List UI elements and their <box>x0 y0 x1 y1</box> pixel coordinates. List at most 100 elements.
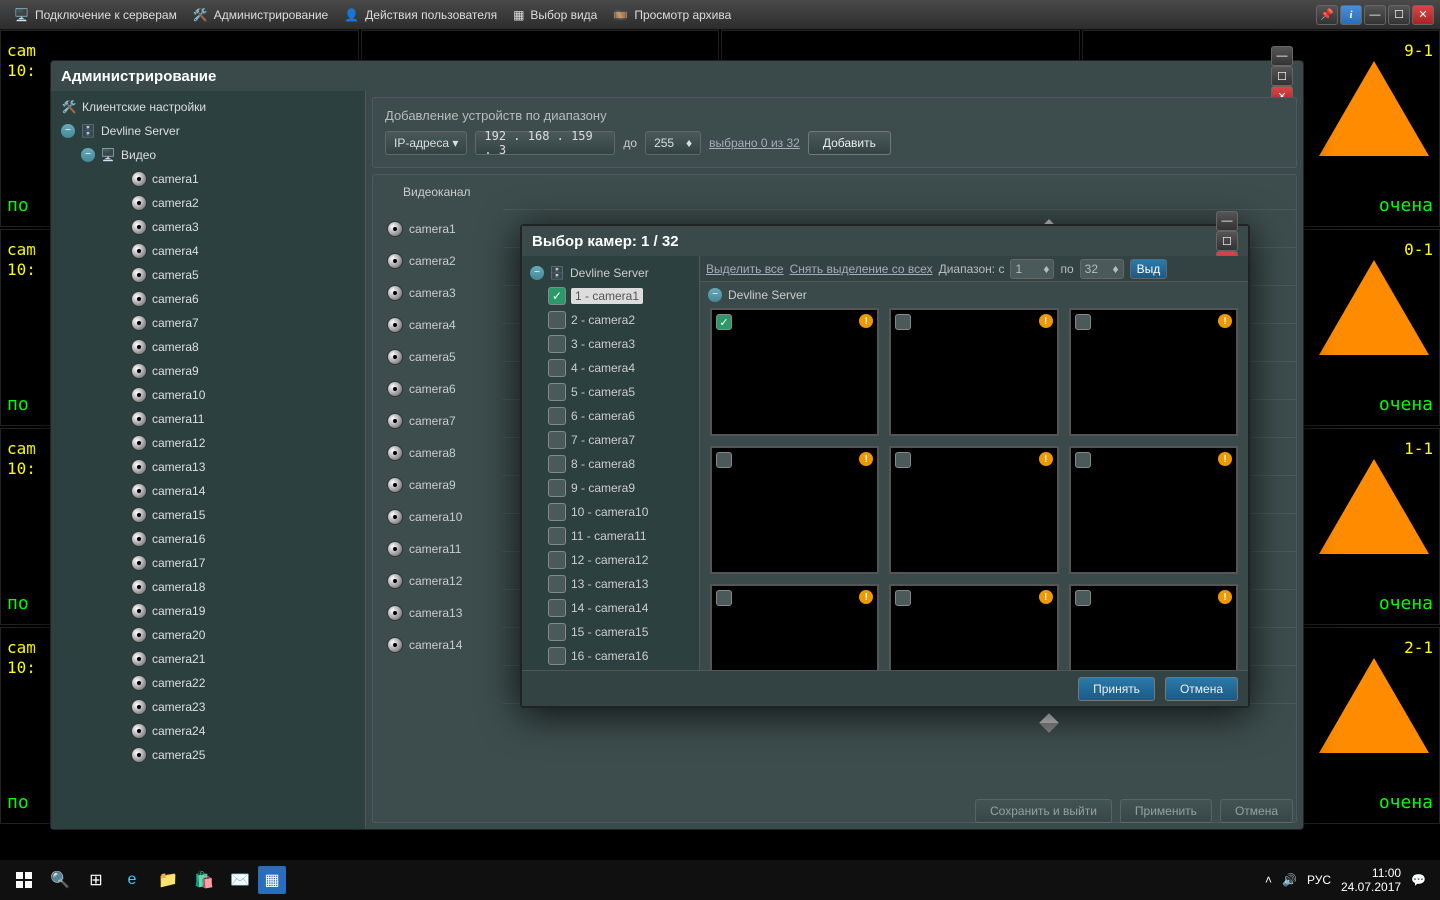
checkbox[interactable] <box>548 479 566 497</box>
checkbox[interactable] <box>548 575 566 593</box>
tree-camera-item[interactable]: camera6 <box>51 287 365 311</box>
tray-notifications-icon[interactable]: 💬 <box>1411 873 1426 887</box>
channel-list-item[interactable]: camera4 <box>383 309 503 341</box>
thumb-checkbox[interactable] <box>895 590 911 606</box>
sel-tree-item[interactable]: 10 - camera10 <box>526 500 695 524</box>
tree-video[interactable]: −🖥️Видео <box>51 143 365 167</box>
camera-thumb[interactable]: ! <box>710 446 879 574</box>
minus-icon[interactable]: − <box>81 148 95 162</box>
checkbox[interactable] <box>548 503 566 521</box>
deselect-all-link[interactable]: Снять выделение со всех <box>790 262 933 276</box>
selected-link[interactable]: выбрано 0 из 32 <box>709 136 800 150</box>
tray-lang[interactable]: РУС <box>1307 873 1331 887</box>
channel-list-item[interactable]: camera13 <box>383 597 503 629</box>
toolbar-archive[interactable]: 🎞️Просмотр архива <box>605 5 739 25</box>
camera-thumb[interactable]: ! <box>889 308 1058 436</box>
range-from-spinner[interactable]: 1♦ <box>1010 259 1054 279</box>
tree-camera-item[interactable]: camera24 <box>51 719 365 743</box>
sel-maximize-button[interactable]: ☐ <box>1216 231 1238 251</box>
camera-thumb[interactable]: ! <box>889 446 1058 574</box>
camera-thumb[interactable]: ! <box>1069 584 1238 670</box>
checkbox[interactable] <box>548 431 566 449</box>
start-button[interactable] <box>6 864 42 896</box>
sel-server-header[interactable]: − Devline Server <box>700 282 1248 308</box>
store-icon[interactable]: 🛍️ <box>186 864 222 896</box>
main-maximize-button[interactable]: ☐ <box>1388 5 1410 25</box>
channel-table-row[interactable] <box>503 703 1296 741</box>
sel-minimize-button[interactable]: — <box>1216 211 1238 231</box>
tree-camera-item[interactable]: camera12 <box>51 431 365 455</box>
toolbar-view-select[interactable]: ▦Выбор вида <box>505 5 605 25</box>
sel-tree-item[interactable]: 11 - camera11 <box>526 524 695 548</box>
toolbar-admin[interactable]: 🛠️Администрирование <box>185 5 336 25</box>
channel-list-item[interactable]: camera12 <box>383 565 503 597</box>
tree-camera-item[interactable]: camera4 <box>51 239 365 263</box>
camera-thumb[interactable]: ! <box>1069 308 1238 436</box>
checkbox[interactable] <box>548 647 566 665</box>
channel-list-item[interactable]: camera11 <box>383 533 503 565</box>
sel-tree-item[interactable]: 9 - camera9 <box>526 476 695 500</box>
explorer-icon[interactable]: 📁 <box>150 864 186 896</box>
tree-camera-item[interactable]: camera1 <box>51 167 365 191</box>
minus-icon[interactable]: − <box>530 266 544 280</box>
checkbox[interactable] <box>548 527 566 545</box>
checkbox[interactable] <box>548 335 566 353</box>
channel-list-item[interactable]: camera9 <box>383 469 503 501</box>
info-button[interactable]: i <box>1340 5 1362 25</box>
tree-camera-item[interactable]: camera14 <box>51 479 365 503</box>
checkbox[interactable] <box>548 407 566 425</box>
camera-thumb[interactable]: ! <box>889 584 1058 670</box>
thumb-checkbox[interactable] <box>1075 314 1091 330</box>
admin-titlebar[interactable]: Администрирование — ☐ ✕ <box>51 61 1303 91</box>
tree-camera-item[interactable]: camera8 <box>51 335 365 359</box>
sel-tree-item[interactable]: 15 - camera15 <box>526 620 695 644</box>
main-minimize-button[interactable]: — <box>1364 5 1386 25</box>
checkbox[interactable] <box>548 359 566 377</box>
sel-tree-item[interactable]: ✓1 - camera1 <box>526 284 695 308</box>
minus-icon[interactable]: − <box>61 124 75 138</box>
tree-client-settings[interactable]: 🛠️Клиентские настройки <box>51 95 365 119</box>
sel-tree-item[interactable]: 6 - camera6 <box>526 404 695 428</box>
tray-chevron-icon[interactable]: ˄ <box>1265 873 1272 887</box>
add-button[interactable]: Добавить <box>808 131 891 155</box>
tree-camera-item[interactable]: camera17 <box>51 551 365 575</box>
admin-minimize-button[interactable]: — <box>1271 46 1293 66</box>
minus-icon[interactable]: − <box>708 288 722 302</box>
thumb-checkbox[interactable] <box>716 452 732 468</box>
sel-camera-tree[interactable]: −🗄️Devline Server✓1 - camera12 - camera2… <box>522 256 700 670</box>
addr-type-select[interactable]: IP-адреса ▾ <box>385 131 467 155</box>
thumb-checkbox[interactable] <box>716 590 732 606</box>
thumb-checkbox[interactable] <box>895 452 911 468</box>
tree-camera-item[interactable]: camera5 <box>51 263 365 287</box>
app-icon[interactable]: ▦ <box>258 866 286 894</box>
sel-tree-item[interactable]: 8 - camera8 <box>526 452 695 476</box>
sel-tree-item[interactable]: 4 - camera4 <box>526 356 695 380</box>
sel-tree-item[interactable]: 2 - camera2 <box>526 308 695 332</box>
toolbar-connect[interactable]: 🖥️Подключение к серверам <box>6 5 185 25</box>
sel-tree-item[interactable]: 13 - camera13 <box>526 572 695 596</box>
pencil-icon[interactable] <box>1039 713 1059 733</box>
tree-server[interactable]: −🗄️Devline Server <box>51 119 365 143</box>
sel-tree-item[interactable]: 16 - camera16 <box>526 644 695 668</box>
channel-list-item[interactable]: camera10 <box>383 501 503 533</box>
sel-tree-item[interactable]: 3 - camera3 <box>526 332 695 356</box>
checkbox[interactable] <box>548 623 566 641</box>
tree-camera-item[interactable]: camera22 <box>51 671 365 695</box>
tree-camera-item[interactable]: camera11 <box>51 407 365 431</box>
tree-camera-item[interactable]: camera13 <box>51 455 365 479</box>
checkbox[interactable] <box>548 599 566 617</box>
search-icon[interactable]: 🔍 <box>42 864 78 896</box>
channel-list-item[interactable]: camera3 <box>383 277 503 309</box>
tree-camera-item[interactable]: camera15 <box>51 503 365 527</box>
mail-icon[interactable]: ✉️ <box>222 864 258 896</box>
checkbox[interactable] <box>548 551 566 569</box>
tree-camera-item[interactable]: camera16 <box>51 527 365 551</box>
save-exit-button[interactable]: Сохранить и выйти <box>975 799 1112 823</box>
tree-camera-item[interactable]: camera3 <box>51 215 365 239</box>
tree-camera-item[interactable]: camera18 <box>51 575 365 599</box>
tray-volume-icon[interactable]: 🔊 <box>1282 873 1297 887</box>
toolbar-user-actions[interactable]: 👤Действия пользователя <box>336 5 505 25</box>
channel-list-item[interactable]: camera6 <box>383 373 503 405</box>
sel-tree-item[interactable]: 7 - camera7 <box>526 428 695 452</box>
camera-thumb[interactable]: ✓! <box>710 308 879 436</box>
